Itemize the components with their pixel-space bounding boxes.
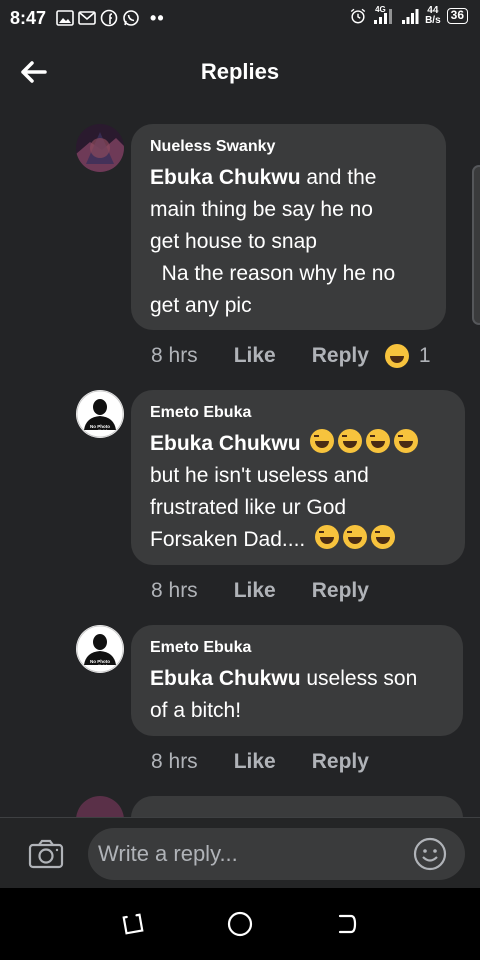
svg-text:Available: Available	[90, 664, 110, 669]
home-button[interactable]	[225, 909, 255, 939]
back-icon	[338, 914, 356, 934]
reply-button[interactable]: Reply	[312, 750, 369, 774]
avatar[interactable]	[76, 124, 124, 172]
mention-link[interactable]: Ebuka Chukwu	[150, 667, 301, 690]
comment-text-line: frustrated like ur God	[150, 496, 347, 519]
arrow-left-icon	[21, 61, 47, 83]
header: Replies	[0, 42, 480, 102]
avatar[interactable]	[76, 796, 124, 817]
reply-button[interactable]: Reply	[312, 579, 369, 603]
laughing-emoji-icon	[310, 429, 422, 455]
gallery-icon	[56, 10, 74, 26]
comment-text-line: but he isn't useless and	[150, 464, 369, 487]
mention-link[interactable]: Ebuka Chukwu	[150, 432, 301, 455]
signal-icon	[401, 8, 419, 24]
status-time: 8:47	[10, 7, 47, 28]
comment-author[interactable]: Emeto Ebuka	[150, 404, 447, 422]
back-nav-button[interactable]	[332, 909, 362, 939]
comment-time: 8 hrs	[151, 750, 198, 773]
comment-text-line: get any pic	[150, 294, 252, 317]
more-notifications-dots: ••	[150, 7, 165, 28]
recents-button[interactable]	[118, 909, 148, 939]
comment-text-line: main thing be say he no	[150, 198, 373, 221]
network-speed: 44 B/s	[425, 6, 441, 26]
facebook-icon	[100, 9, 118, 27]
comment-bubble[interactable]: Emeto Ebuka Ebuka Chukwu useless son of …	[131, 625, 463, 736]
reaction-summary[interactable]: 1	[384, 344, 431, 368]
svg-text:Available: Available	[90, 429, 110, 434]
avatar[interactable]: No Photo Available	[76, 390, 124, 438]
comment-author[interactable]: Nueless Swanky	[150, 138, 428, 156]
battery-indicator: 36	[446, 8, 468, 24]
smiley-icon	[413, 837, 447, 871]
profile-photo-icon	[76, 124, 124, 172]
comment-actions: 8 hrs Like Reply	[151, 579, 369, 603]
camera-icon	[28, 839, 64, 869]
notification-icons: ••	[56, 8, 165, 29]
signal-4g-icon: 4G	[373, 5, 395, 24]
comment-bubble[interactable]: Nueless Swanky Ebuka Chukwu and the main…	[131, 124, 446, 330]
like-button[interactable]: Like	[234, 579, 276, 603]
page-title: Replies	[200, 59, 280, 84]
reply-input[interactable]	[88, 828, 465, 880]
system-nav-bar	[0, 888, 480, 960]
camera-button[interactable]	[28, 838, 64, 870]
haha-reaction-icon	[384, 344, 409, 368]
comment-text-line: Na the reason why he no	[150, 262, 396, 285]
comment-text-line: of a bitch!	[150, 699, 242, 722]
comment-text-line: Forsaken Dad....	[150, 528, 306, 551]
comment-text-line: get house to snap	[150, 230, 317, 253]
comment-bubble[interactable]	[131, 796, 463, 817]
no-photo-available-icon: No Photo Available	[76, 625, 124, 673]
mention-link[interactable]: Ebuka Chukwu	[150, 166, 301, 189]
whatsapp-icon	[122, 10, 140, 26]
recents-icon	[122, 913, 144, 935]
comment-time: 8 hrs	[151, 344, 198, 367]
comment-text: Ebuka Chukwu useless son of a bitch!	[150, 663, 445, 727]
reply-button[interactable]: Reply	[312, 344, 369, 368]
comment-text: Ebuka Chukwu and the main thing be say h…	[150, 162, 428, 322]
back-button[interactable]	[18, 56, 50, 88]
avatar[interactable]: No Photo Available	[76, 625, 124, 673]
status-bar: 8:47 •• 4G 44 B/s 36	[0, 0, 480, 36]
comment-actions: 8 hrs Like Reply 1	[151, 344, 431, 368]
comment-text: Ebuka Chukwu but he isn't useless and fr…	[150, 428, 447, 556]
comment-time: 8 hrs	[151, 579, 198, 602]
alarm-icon	[349, 8, 367, 24]
comment-actions: 8 hrs Like Reply	[151, 750, 369, 774]
gmail-icon	[78, 10, 96, 26]
comment-4-partial	[0, 796, 480, 817]
comment-text-line: useless son	[300, 667, 418, 690]
like-button[interactable]: Like	[234, 344, 276, 368]
no-photo-available-icon: No Photo Available	[76, 390, 124, 438]
network-type: 4G	[375, 5, 386, 14]
like-button[interactable]: Like	[234, 750, 276, 774]
emoji-button[interactable]	[413, 837, 447, 871]
scroll-handle[interactable]	[472, 165, 480, 325]
reply-composer	[0, 818, 480, 888]
network-speed-unit: B/s	[425, 15, 441, 26]
comment-text-line: and the	[300, 166, 377, 189]
reaction-count: 1	[418, 344, 431, 367]
home-icon	[227, 911, 253, 937]
laughing-emoji-icon	[315, 525, 399, 551]
status-right-icons: 4G 44 B/s 36	[349, 5, 468, 26]
comment-bubble[interactable]: Emeto Ebuka Ebuka Chukwu but he isn't us…	[131, 390, 465, 565]
comment-author[interactable]: Emeto Ebuka	[150, 639, 445, 657]
